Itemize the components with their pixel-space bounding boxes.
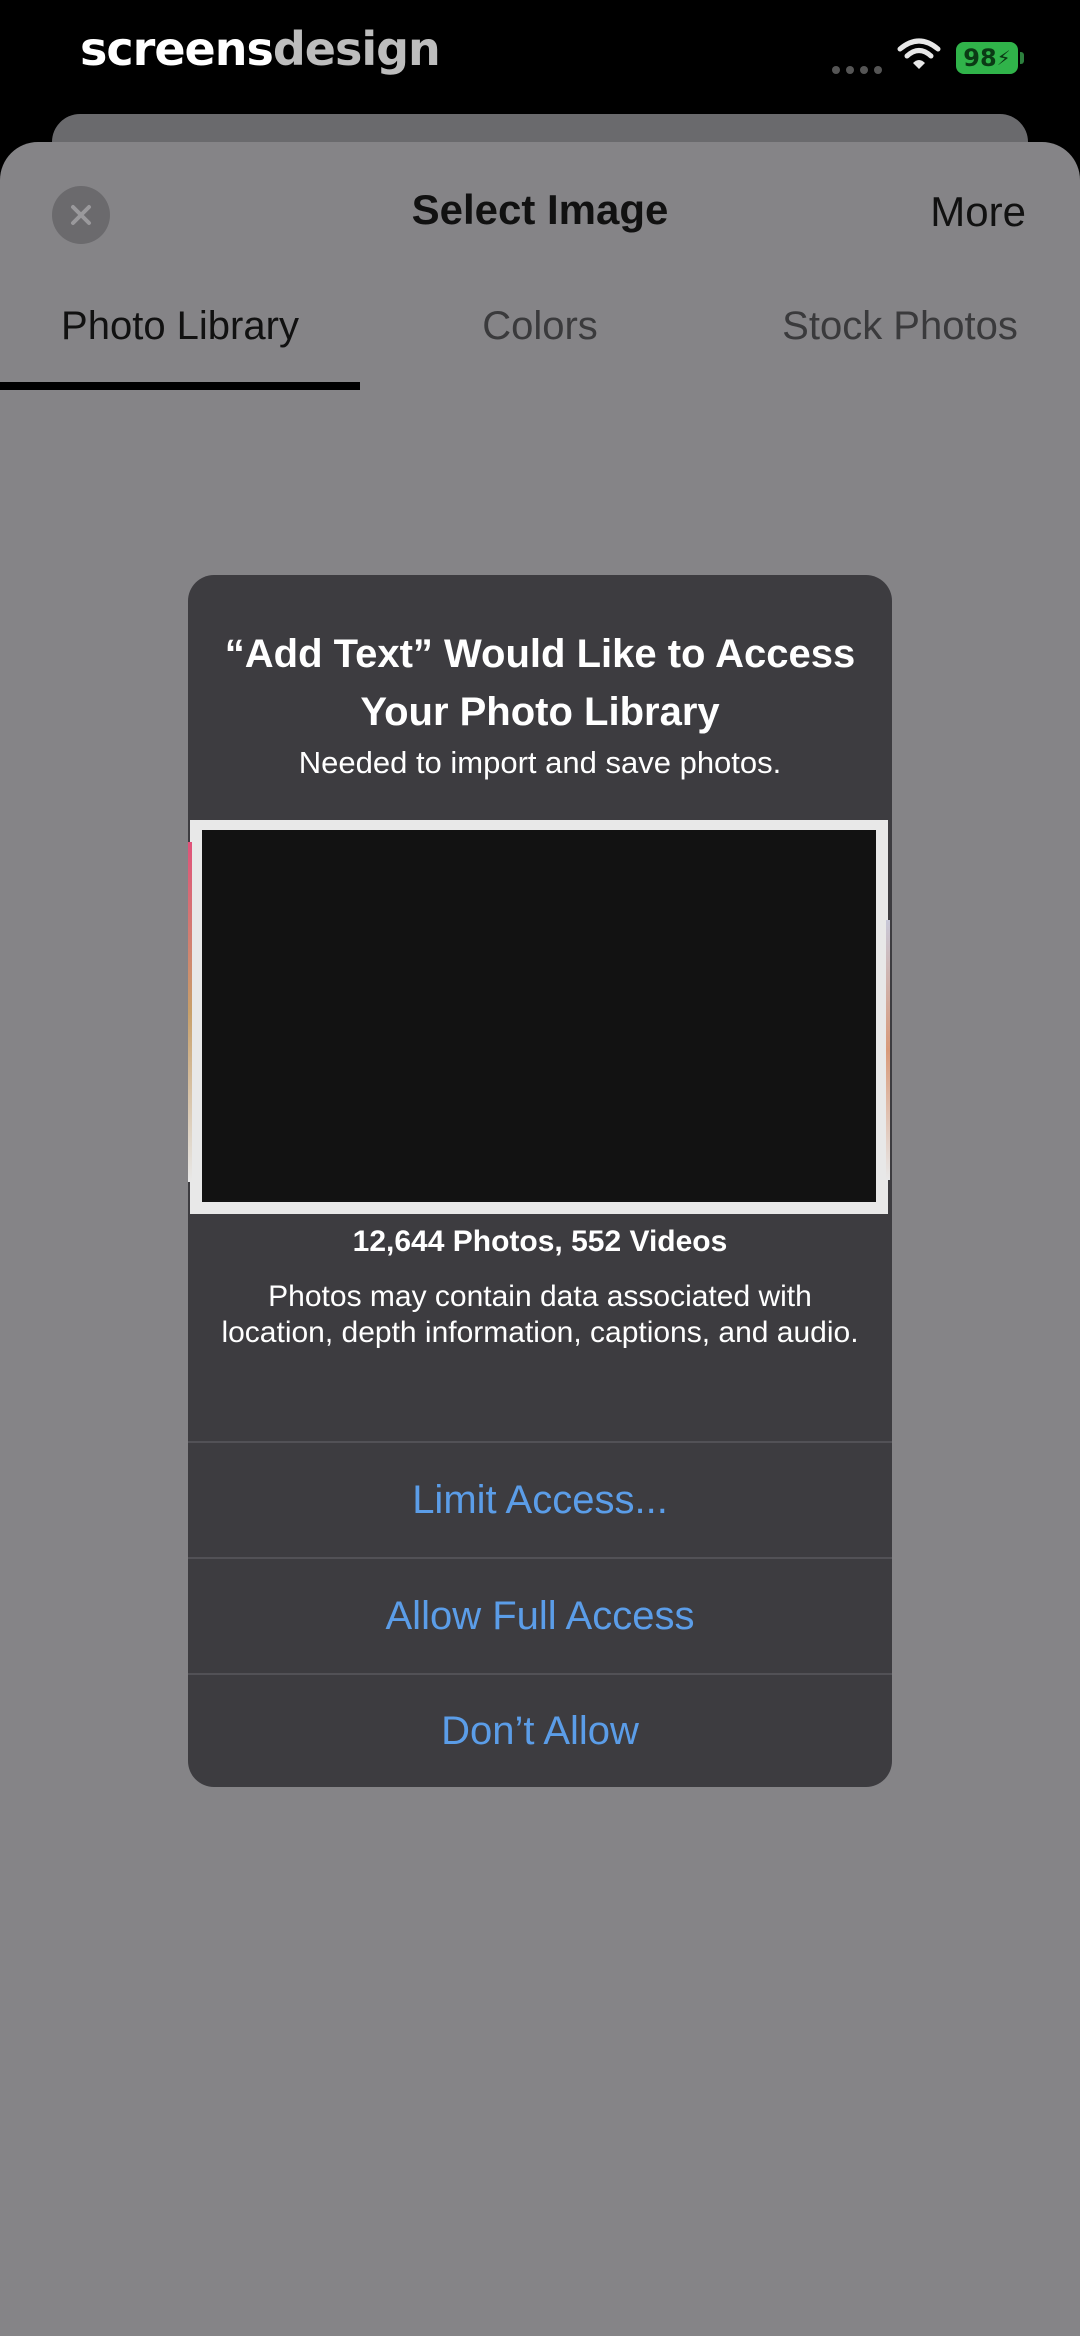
battery-charging-icon: 98 ⚡ — [956, 42, 1018, 74]
screensdesign-watermark: screensdesign — [80, 22, 441, 76]
watermark-text-primary: screens — [80, 22, 274, 76]
alert-message: Needed to import and save photos. — [298, 745, 782, 780]
battery-cap — [1020, 52, 1024, 64]
wifi-icon — [897, 38, 941, 69]
page-title: Select Image — [411, 186, 669, 233]
photo-preview — [188, 820, 890, 1214]
tab-stock-photos[interactable]: Stock Photos — [720, 304, 1080, 349]
photo-preview-image — [202, 830, 876, 1202]
privacy-detail-text: Photos may contain data associated with … — [221, 1280, 859, 1349]
battery-level: 98 — [963, 44, 997, 72]
tab-bar: Photo Library Colors Stock Photos — [0, 304, 1080, 390]
limit-access-button[interactable]: Limit Access... — [188, 1443, 892, 1557]
preview-edge-left — [188, 842, 192, 1182]
preview-edge-right — [886, 920, 890, 1180]
dont-allow-button[interactable]: Don’t Allow — [188, 1675, 892, 1787]
allow-full-access-button[interactable]: Allow Full Access — [188, 1559, 892, 1673]
tab-colors[interactable]: Colors — [360, 304, 720, 349]
status-bar: screensdesign 98 ⚡ — [0, 0, 1080, 112]
cellular-signal-icon — [832, 66, 882, 74]
watermark-text-secondary: design — [272, 22, 441, 76]
alert-title: “Add Text” Would Like to Access Your Pho… — [224, 632, 856, 734]
tab-photo-library[interactable]: Photo Library — [0, 304, 360, 349]
photo-permission-alert: “Add Text” Would Like to Access Your Pho… — [188, 575, 892, 1787]
library-count: 12,644 Photos, 552 Videos — [352, 1225, 728, 1258]
more-button[interactable]: More — [930, 188, 1026, 236]
selected-tab-indicator — [0, 382, 360, 390]
